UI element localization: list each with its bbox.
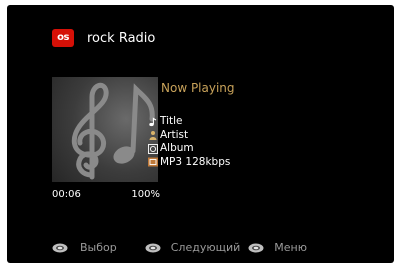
next-button[interactable]: Следующий: [145, 241, 241, 254]
track-metadata: Title Artist Album MP3 128kbps: [148, 115, 230, 169]
playback-info: 00:06 100%: [52, 189, 160, 200]
album-cover: [52, 77, 158, 182]
person-icon: [148, 130, 158, 141]
disc-icon: [148, 143, 158, 154]
select-label: Выбор: [80, 241, 117, 254]
buffer-level: 100%: [131, 189, 160, 200]
elapsed-time: 00:06: [52, 189, 81, 200]
music-notes-icon: [71, 82, 155, 180]
track-album: Album: [160, 142, 194, 154]
header: os rock Radio: [52, 29, 155, 47]
lastfm-logo-icon: os: [52, 29, 74, 47]
track-artist: Artist: [160, 128, 189, 141]
now-playing-label: Now Playing: [161, 81, 235, 95]
track-format-row: MP3 128kbps: [148, 156, 230, 170]
track-artist-row: Artist: [148, 129, 230, 143]
now-playing-screen: os rock Radio Now Playing Title Artist A…: [7, 5, 394, 263]
remote-button-icon: [248, 243, 264, 252]
next-label: Следующий: [170, 241, 241, 254]
track-album-row: Album: [148, 142, 230, 156]
track-format: MP3 128kbps: [160, 155, 231, 168]
format-icon: [148, 157, 158, 167]
note-icon: [148, 117, 158, 127]
station-title: rock Radio: [87, 30, 156, 46]
track-title: Title: [160, 115, 183, 127]
remote-button-icon: [52, 243, 68, 252]
menu-button[interactable]: Меню: [248, 241, 307, 254]
track-title-row: Title: [148, 115, 230, 129]
footer-controls: Выбор Следующий Меню: [52, 241, 307, 254]
remote-button-icon: [145, 243, 161, 252]
menu-label: Меню: [274, 241, 307, 254]
select-button[interactable]: Выбор: [52, 241, 117, 254]
